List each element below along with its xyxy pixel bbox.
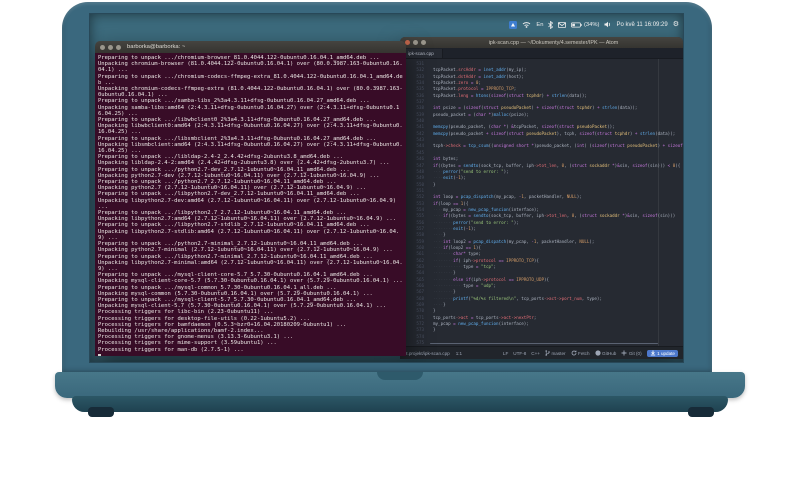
battery-icon[interactable]: (34%) xyxy=(571,22,599,28)
window-title: ipk-scan.cpp — ~/Dokumenty/4.semester/IP… xyxy=(488,39,619,46)
line-ending-selector[interactable]: LF xyxy=(503,351,508,356)
window-maximize-button[interactable] xyxy=(116,44,121,50)
terminal-line: Unpacking libpython2.7-minimal:amd64 (2.… xyxy=(98,259,403,272)
encoding-selector[interactable]: UTF-8 xyxy=(513,351,526,356)
code-editor-pane[interactable]: 531 532 tcpPacket.srcAddr = inet_addr(my_i… xyxy=(400,59,683,346)
status-file-path[interactable]: 2.projekt/ipk-scan.cpp xyxy=(405,351,450,356)
code-lines: 531 532 tcpPacket.srcAddr = inet_addr(my_i… xyxy=(400,61,683,346)
terminal-line: Preparing to unpack .../libsmbclient_2%3… xyxy=(98,135,377,142)
terminal-line: Preparing to unpack .../libpython2.7-min… xyxy=(98,253,373,260)
network-wifi-icon[interactable] xyxy=(522,21,531,28)
grammar-selector[interactable]: C++ xyxy=(531,351,540,356)
laptop-lid-notch xyxy=(377,372,423,380)
atom-window: ipk-scan.cpp — ~/Dokumenty/4.semester/IP… xyxy=(400,37,683,359)
terminal-line: Preparing to unpack .../libpython2.7-std… xyxy=(98,222,370,229)
tab-ipk-scan[interactable]: ipk-scan.cpp xyxy=(400,49,443,58)
terminal-line: Unpacking mysql-common (5.7.30-0ubuntu0.… xyxy=(98,290,373,297)
terminal-line: Unpacking libpython2.7-stdlib:amd64 (2.7… xyxy=(98,228,400,241)
laptop-foot-right xyxy=(688,407,714,417)
horizontal-scrollbar[interactable] xyxy=(430,342,658,344)
window-maximize-button[interactable] xyxy=(421,40,426,45)
window-close-button[interactable] xyxy=(100,44,105,50)
volume-icon[interactable] xyxy=(604,21,611,28)
status-bar: 2.projekt/ipk-scan.cpp 1:1 LF UTF-8 C++ mas… xyxy=(400,346,683,359)
git-panel-button[interactable]: Git (0) xyxy=(621,350,642,356)
terminal-output[interactable]: Preparing to unpack .../chromium-browser… xyxy=(95,53,406,356)
app-indicator-icon[interactable] xyxy=(509,20,518,29)
status-right-items: LF UTF-8 C++ master Fetch GitHub Git (0) 1 upda… xyxy=(503,349,678,357)
terminal-titlebar: barborka@barborka: ~ xyxy=(95,41,406,53)
window-minimize-button[interactable] xyxy=(413,40,418,45)
terminal-title: barborka@barborka: ~ xyxy=(127,44,186,50)
terminal-line: Unpacking chromium-codecs-ffmpeg-extra (… xyxy=(98,86,403,99)
terminal-line: Unpacking libpython2.7-dev:amd64 (2.7.12… xyxy=(98,197,400,210)
laptop-lid: En (34%) Po kvě 11 16:09:29 ⚙ ipk-scan.cpp … xyxy=(62,2,712,374)
terminal-line: Unpacking samba-libs:amd64 (2:4.3.11+dfs… xyxy=(98,104,400,117)
terminal-line: Unpacking libldap-2.4-2:amd64 (2.4.42+df… xyxy=(98,160,390,167)
terminal-line: Preparing to unpack .../chromium-codecs-… xyxy=(98,73,403,86)
terminal-line: Unpacking chromium-browser (81.0.4044.12… xyxy=(98,61,403,74)
wrap-guide-line xyxy=(658,59,659,346)
laptop-base-bottom xyxy=(72,396,728,412)
laptop-base xyxy=(55,372,745,398)
top-panel-indicators: En (34%) Po kvě 11 16:09:29 ⚙ xyxy=(509,18,679,31)
terminal-line: Unpacking libsmbclient:amd64 (2:4.3.11+d… xyxy=(98,141,403,155)
update-badge[interactable]: 1 update xyxy=(646,349,678,357)
bluetooth-icon[interactable] xyxy=(548,20,554,29)
atom-titlebar: ipk-scan.cpp — ~/Dokumenty/4.semester/IP… xyxy=(400,37,683,48)
laptop-foot-left xyxy=(88,407,114,417)
tab-bar: ipk-scan.cpp xyxy=(400,48,683,59)
terminal-window: barborka@barborka: ~ Preparing to unpack… xyxy=(95,41,406,356)
mail-icon[interactable] xyxy=(558,21,567,28)
git-fetch-button[interactable]: Fetch xyxy=(571,350,590,356)
session-gear-icon[interactable]: ⚙ xyxy=(673,21,679,28)
github-panel-button[interactable]: GitHub xyxy=(594,350,616,356)
status-cursor-position[interactable]: 1:1 xyxy=(456,351,462,356)
terminal-line: Preparing to unpack .../libpython2.7-dev… xyxy=(98,191,360,198)
terminal-line: Preparing to unpack .../samba-libs_2%3a4… xyxy=(98,98,370,105)
git-branch[interactable]: master xyxy=(545,350,566,356)
laptop-mockup: En (34%) Po kvě 11 16:09:29 ⚙ ipk-scan.cpp … xyxy=(0,0,800,477)
window-minimize-button[interactable] xyxy=(108,44,113,50)
screen-desktop: En (34%) Po kvě 11 16:09:29 ⚙ ipk-scan.cpp … xyxy=(90,14,683,362)
terminal-cursor xyxy=(98,353,102,356)
terminal-line: Unpacking python2.7-minimal (2.7.12-1ubu… xyxy=(98,247,393,254)
clock[interactable]: Po kvě 11 16:09:29 xyxy=(616,22,667,28)
terminal-line: Unpacking mysql-client-core-5.7 (5.7.30-… xyxy=(98,278,403,285)
terminal-line: Processing triggers for man-db (2.7.5-1)… xyxy=(98,346,244,353)
terminal-line: Unpacking libwbclient0:amd64 (2:4.3.11+d… xyxy=(98,123,403,136)
keyboard-layout-indicator[interactable]: En xyxy=(536,22,543,28)
